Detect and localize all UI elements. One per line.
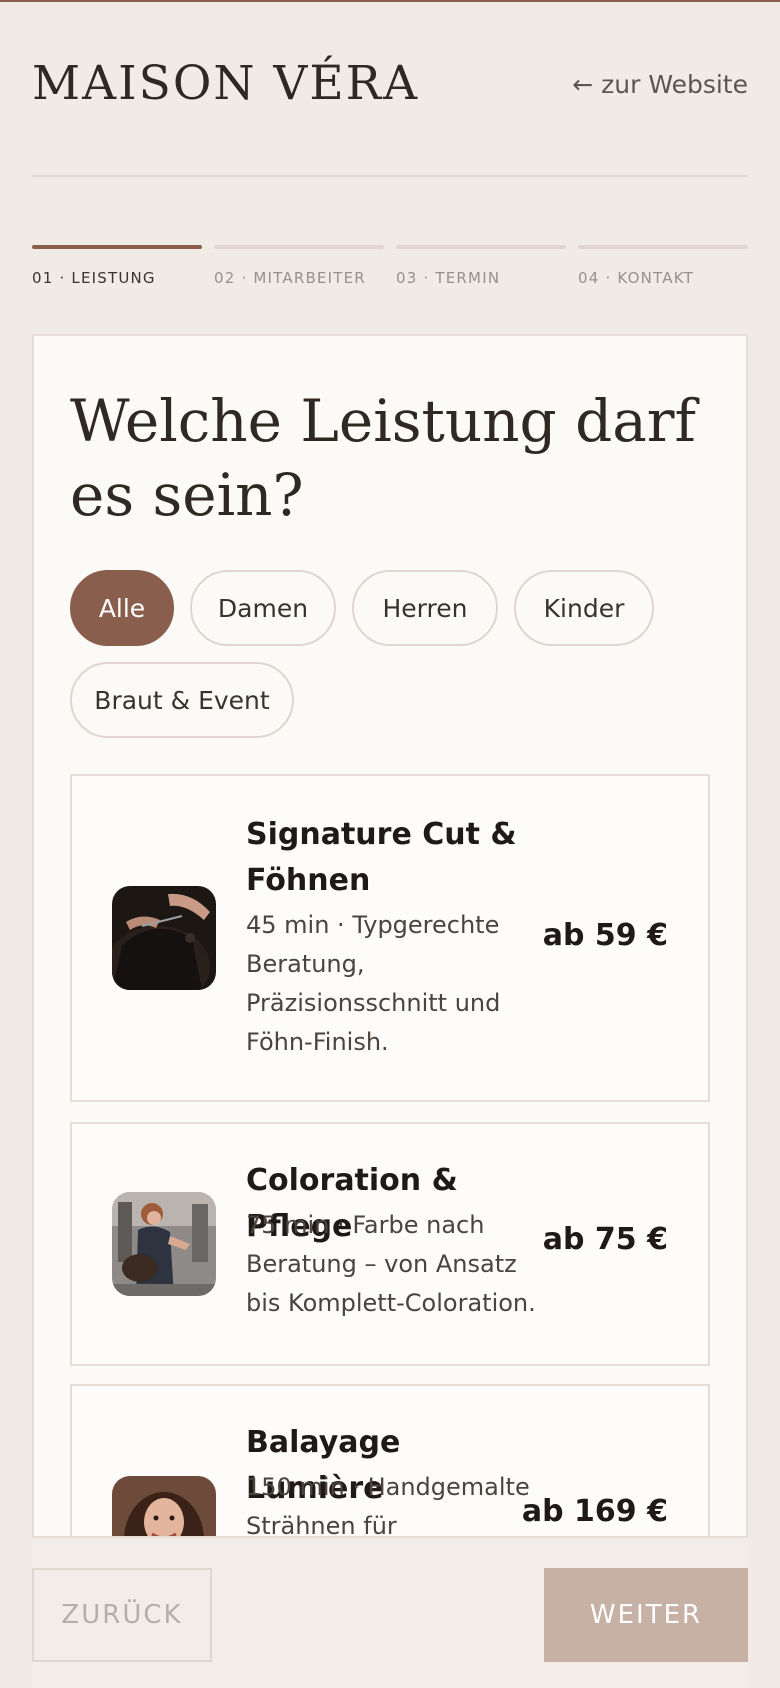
brand-logo: MAISON VÉRA bbox=[32, 56, 420, 111]
filter-chip-all[interactable]: Alle bbox=[70, 570, 174, 646]
service-price: ab 75 € bbox=[542, 1222, 668, 1257]
top-accent-line bbox=[0, 0, 780, 2]
step-bar bbox=[578, 245, 748, 249]
step-service: 01 · LEISTUNG bbox=[32, 245, 202, 287]
step-appointment: 03 · TERMIN bbox=[396, 245, 566, 287]
back-to-website-link[interactable]: ← zur Website bbox=[572, 70, 748, 100]
step-label: 04 · KONTAKT bbox=[578, 269, 694, 287]
service-item[interactable]: Coloration & Pflege 75 min · Farbe nach … bbox=[70, 1122, 710, 1366]
service-price: ab 59 € bbox=[542, 918, 668, 953]
filter-chip-women[interactable]: Damen bbox=[190, 570, 336, 646]
service-title: Signature Cut & Föhnen bbox=[246, 817, 517, 898]
step-label: 03 · TERMIN bbox=[396, 269, 501, 287]
filter-chip-kids[interactable]: Kinder bbox=[514, 570, 654, 646]
step-staff: 02 · MITARBEITER bbox=[214, 245, 384, 287]
filter-chip-men[interactable]: Herren bbox=[352, 570, 498, 646]
haircut-photo-illustration bbox=[112, 886, 216, 990]
next-button[interactable]: WEITER bbox=[544, 1568, 748, 1662]
service-card: Welche Leistung darf es sein? Alle Damen… bbox=[32, 334, 748, 1688]
service-description: 45 min · Typgerechte Beratung, Präzision… bbox=[246, 911, 501, 1056]
salon-photo-illustration bbox=[112, 1192, 216, 1296]
page-title: Welche Leistung darf es sein? bbox=[70, 387, 696, 529]
service-description: 75 min · Farbe nach Beratung – von Ansat… bbox=[246, 1211, 536, 1317]
haircut-photo bbox=[112, 886, 216, 990]
service-item[interactable]: Signature Cut & Föhnen 45 min · Typgerec… bbox=[70, 774, 710, 1102]
step-bar bbox=[396, 245, 566, 249]
header-divider bbox=[32, 175, 748, 177]
step-contact: 04 · KONTAKT bbox=[578, 245, 748, 287]
salon-photo bbox=[112, 1192, 216, 1296]
bottom-action-bar: ZURÜCK WEITER bbox=[32, 1536, 748, 1688]
step-bar bbox=[214, 245, 384, 249]
filter-chip-bridal-event[interactable]: Braut & Event bbox=[70, 662, 294, 738]
back-button[interactable]: ZURÜCK bbox=[32, 1568, 212, 1662]
service-description: 150 min · Handgemalte Strähnen für bbox=[246, 1473, 530, 1540]
step-bar bbox=[32, 245, 202, 249]
step-label: 01 · LEISTUNG bbox=[32, 269, 156, 287]
step-label: 02 · MITARBEITER bbox=[214, 269, 366, 287]
progress-steps: 01 · LEISTUNG 02 · MITARBEITER 03 · TERM… bbox=[32, 245, 748, 293]
service-price: ab 169 € bbox=[521, 1494, 668, 1529]
